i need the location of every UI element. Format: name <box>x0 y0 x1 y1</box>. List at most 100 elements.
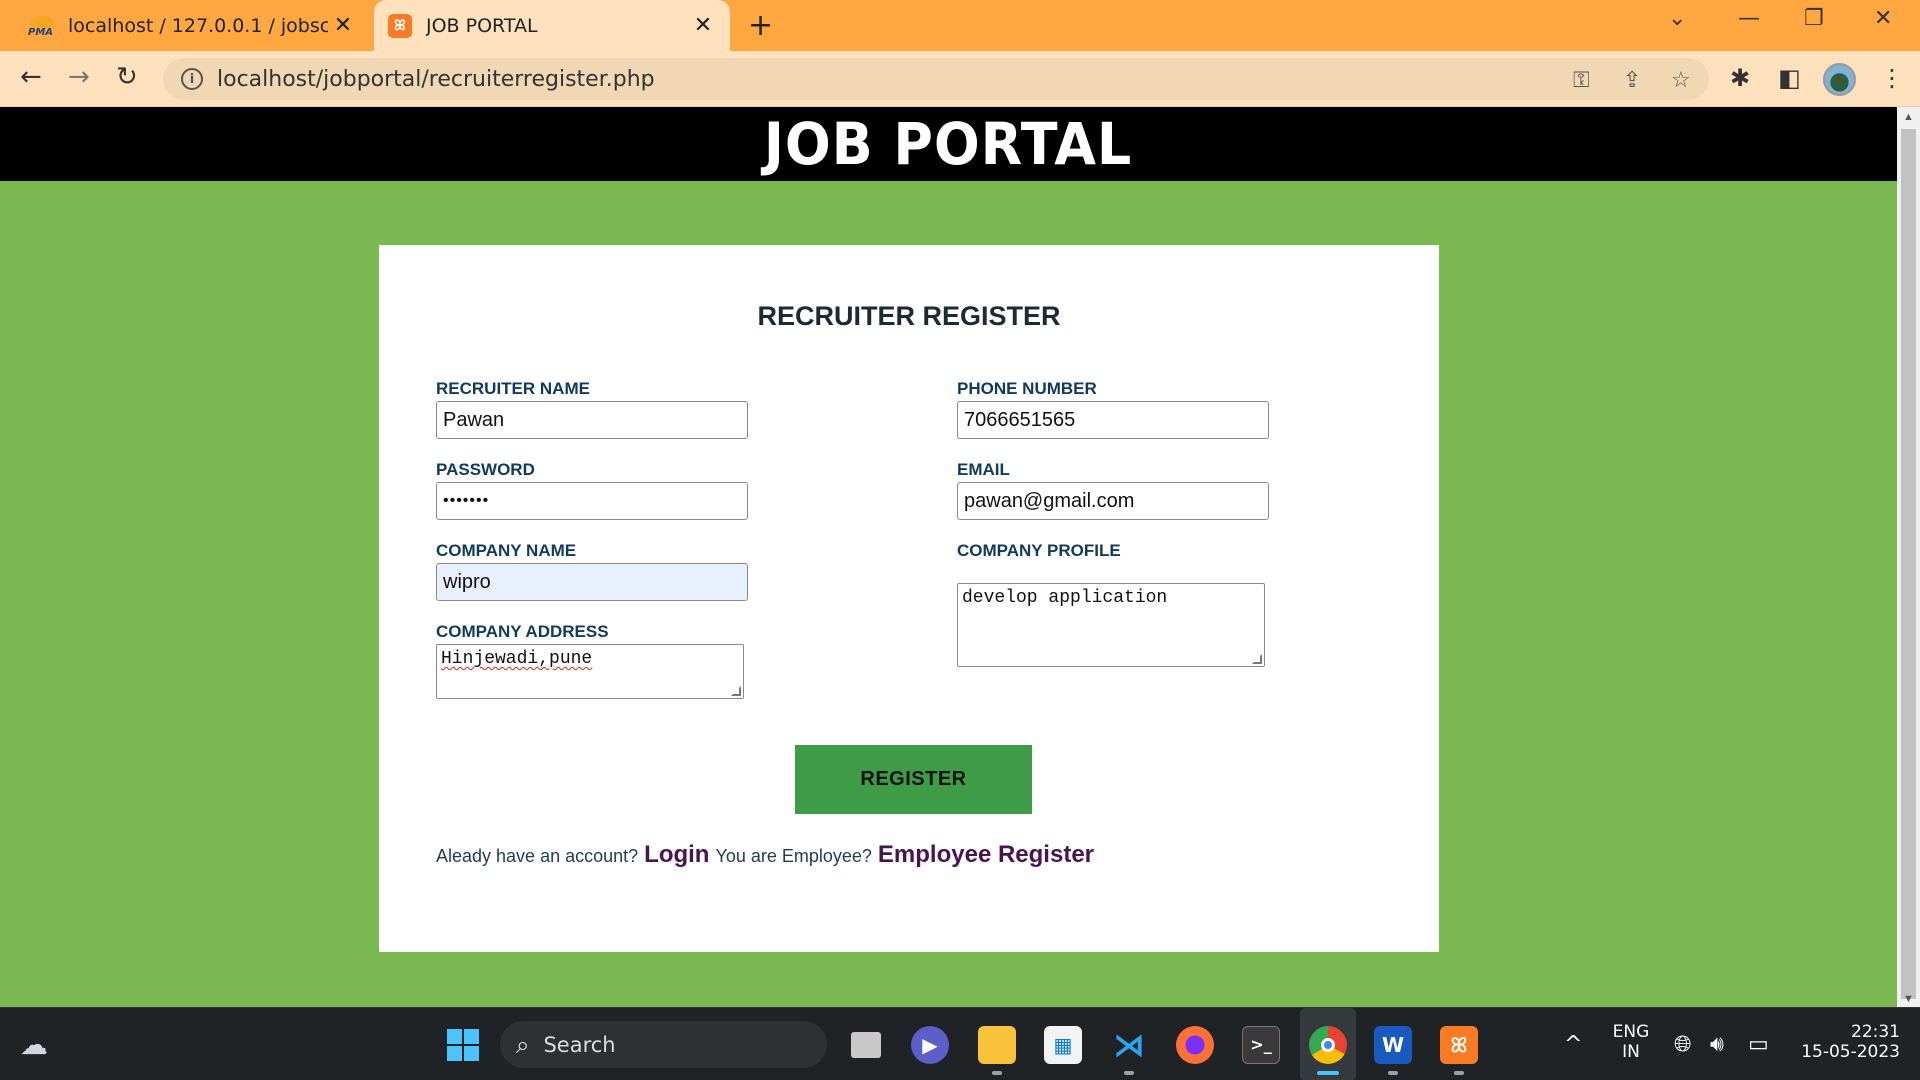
firefox-button[interactable] <box>1170 1008 1220 1080</box>
company-address-value: Hinjewadi,pune <box>441 649 593 669</box>
network-globe-icon[interactable]: 🌐︎ <box>1674 1032 1692 1057</box>
address-bar[interactable]: i localhost/jobportal/recruiterregister.… <box>163 58 1709 100</box>
word-icon: W <box>1374 1025 1412 1064</box>
task-view-button[interactable] <box>842 1008 890 1080</box>
new-tab-button[interactable]: + <box>748 8 773 43</box>
xampp-icon: ꕤ <box>1440 1025 1478 1064</box>
tab-job-portal[interactable]: ꕤ JOB PORTAL ✕ <box>374 0 730 51</box>
tab-title: localhost / 127.0.0.1 / jobscope / <box>68 14 328 37</box>
clock-date: 15-05-2023 <box>1801 1042 1900 1062</box>
scrollbar-thumb[interactable] <box>1901 129 1916 999</box>
taskbar-search[interactable]: ⌕ Search <box>500 1021 827 1068</box>
password-label: PASSWORD <box>436 460 535 479</box>
register-button[interactable]: REGISTER <box>795 745 1032 814</box>
clock-time: 22:31 <box>1851 1022 1900 1042</box>
xampp-favicon-icon: ꕤ <box>388 13 412 38</box>
company-address-label: COMPANY ADDRESS <box>436 622 609 641</box>
store-bag-icon: ▦ <box>1044 1025 1082 1064</box>
scroll-down-icon[interactable]: ▼ <box>1897 993 1920 1005</box>
folder-icon <box>978 1025 1016 1064</box>
phpmyadmin-favicon-icon: PMA <box>28 14 58 38</box>
volume-icon[interactable]: 🔊︎ <box>1710 1032 1724 1057</box>
chrome-icon <box>1309 1025 1347 1064</box>
password-input[interactable]: ••••••• <box>436 482 748 520</box>
running-indicator <box>1388 1071 1398 1075</box>
running-indicator <box>992 1071 1002 1075</box>
company-profile-textarea[interactable]: develop application <box>957 583 1265 667</box>
key-icon[interactable]: ⚿ <box>1573 68 1590 93</box>
windows-taskbar: ☁ ⌕ Search ▶ ▦ ⋊ >_ W ꕤ ^ ENG IN 🌐︎ 🔊︎ ▭… <box>0 1007 1920 1080</box>
page-scrollbar[interactable]: ▲ ▼ <box>1897 107 1920 1007</box>
phone-number-label: PHONE NUMBER <box>957 379 1097 398</box>
profile-avatar[interactable] <box>1823 63 1856 96</box>
chrome-button[interactable] <box>1300 1008 1356 1080</box>
xampp-button[interactable]: ꕤ <box>1434 1008 1484 1080</box>
more-menu-icon[interactable]: ⋮ <box>1880 64 1904 92</box>
share-icon[interactable]: ⇪ <box>1623 68 1641 93</box>
file-explorer-button[interactable] <box>972 1008 1022 1080</box>
recruiter-name-input[interactable]: Pawan <box>436 401 748 439</box>
employee-prompt-text: You are Employee? <box>715 846 872 866</box>
form-title: RECRUITER REGISTER <box>757 301 1061 331</box>
firefox-icon <box>1176 1025 1214 1064</box>
bookmark-star-icon[interactable]: ☆ <box>1671 68 1691 93</box>
close-tab-icon[interactable]: ✕ <box>328 13 358 38</box>
extensions-puzzle-icon[interactable]: ✱ <box>1730 64 1750 92</box>
close-tab-icon[interactable]: ✕ <box>688 13 718 38</box>
forward-arrow-icon[interactable]: → <box>68 62 90 92</box>
search-label: Search <box>543 1032 616 1057</box>
resize-grip-icon[interactable] <box>731 686 741 696</box>
login-link[interactable]: Login <box>644 841 709 869</box>
store-button[interactable]: ▦ <box>1038 1008 1088 1080</box>
tab-search-icon[interactable]: ⌄ <box>1668 6 1686 31</box>
employee-register-link[interactable]: Employee Register <box>878 841 1094 869</box>
site-header: JOB PORTAL <box>0 107 1897 181</box>
site-title: JOB PORTAL <box>764 110 1133 178</box>
active-indicator <box>1317 1071 1339 1075</box>
search-icon: ⌕ <box>516 1030 530 1059</box>
vscode-button[interactable]: ⋊ <box>1104 1008 1154 1080</box>
company-profile-value: develop application <box>962 588 1168 608</box>
battery-icon[interactable]: ▭ <box>1748 1032 1769 1057</box>
site-info-icon[interactable]: i <box>181 68 203 90</box>
weather-cloud-icon: ☁ <box>20 1028 48 1061</box>
company-name-label: COMPANY NAME <box>436 541 577 560</box>
language-code: ENG <box>1612 1022 1650 1042</box>
weather-widget[interactable]: ☁ <box>12 1008 56 1080</box>
chat-icon: ▶ <box>911 1025 949 1064</box>
clock[interactable]: 22:31 15-05-2023 <box>1790 1022 1900 1062</box>
side-panel-icon[interactable]: ◧ <box>1778 64 1801 92</box>
windows-logo-icon <box>444 1026 482 1064</box>
start-button[interactable] <box>438 1008 488 1080</box>
already-account-text: Aleady have an account? <box>436 846 639 866</box>
running-indicator <box>1124 1071 1134 1075</box>
vscode-icon: ⋊ <box>1113 1025 1145 1064</box>
show-hidden-icons-chevron-icon[interactable]: ^ <box>1564 1032 1582 1057</box>
company-name-input[interactable]: wipro <box>436 563 748 601</box>
terminal-button[interactable]: >_ <box>1236 1008 1286 1080</box>
tab-title: JOB PORTAL <box>426 14 538 37</box>
close-window-icon[interactable]: ✕ <box>1874 6 1892 31</box>
language-indicator[interactable]: ENG IN <box>1606 1022 1656 1062</box>
teams-chat-button[interactable]: ▶ <box>906 1008 954 1080</box>
language-region: IN <box>1622 1042 1640 1062</box>
recruiter-name-label: RECRUITER NAME <box>436 379 590 398</box>
restore-icon[interactable]: ❐ <box>1804 6 1824 31</box>
company-address-textarea[interactable]: Hinjewadi,pune <box>436 644 744 699</box>
account-links: Aleady have an account? Login You are Em… <box>436 841 1100 869</box>
minimize-icon[interactable]: — <box>1738 6 1760 31</box>
back-arrow-icon[interactable]: ← <box>20 62 42 92</box>
resize-grip-icon[interactable] <box>1252 654 1262 664</box>
email-input[interactable]: pawan@gmail.com <box>957 482 1269 520</box>
word-button[interactable]: W <box>1368 1008 1418 1080</box>
phone-number-input[interactable]: 7066651565 <box>957 401 1269 439</box>
scroll-up-icon[interactable]: ▲ <box>1897 111 1920 123</box>
url-text[interactable]: localhost/jobportal/recruiterregister.ph… <box>217 67 655 92</box>
email-label: EMAIL <box>957 460 1010 479</box>
running-indicator <box>1454 1071 1464 1075</box>
tab-phpmyadmin[interactable]: PMA localhost / 127.0.0.1 / jobscope / ✕ <box>0 0 370 51</box>
task-view-icon <box>851 1031 881 1058</box>
reload-icon[interactable]: ↻ <box>116 62 138 92</box>
terminal-icon: >_ <box>1242 1025 1280 1064</box>
browser-toolbar: ← → ↻ i localhost/jobportal/recruiterreg… <box>0 51 1920 107</box>
